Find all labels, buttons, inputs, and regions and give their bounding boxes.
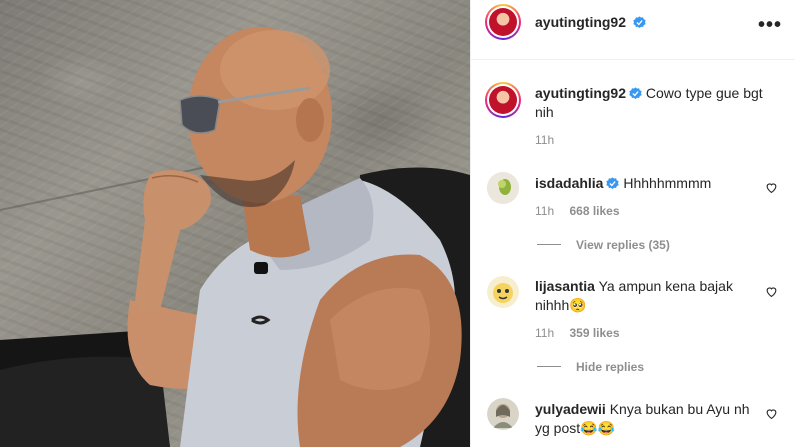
post-photo [0,0,470,447]
header-username[interactable]: ayutingting92 [535,14,626,30]
comment-2-meta: 11h 359 likes [535,326,620,340]
comment-2: lijasantia Ya ampun kena bajak nihhh🥺 [535,277,755,315]
comment-3-username[interactable]: yulyadewii [535,401,606,417]
comment-avatar-isdadahlia[interactable] [487,172,519,204]
header-avatar[interactable] [485,4,521,40]
caption-avatar[interactable] [485,82,521,118]
more-options-button[interactable]: ••• [758,14,782,37]
verified-badge-icon [633,16,647,29]
comment-1-meta: 11h 668 likes [535,204,620,218]
comment-2-username[interactable]: lijasantia [535,278,595,294]
caption-time[interactable]: 11h [535,133,554,147]
comment-1-text: Hhhhhmmmm [623,175,712,191]
comment-1-username[interactable]: isdadahlia [535,175,603,191]
comment-2-likes[interactable]: 359 likes [569,326,619,340]
comments-panel: ayutingting92 ••• ayutingting92 Cowo typ… [470,0,795,447]
comment-avatar-yulyadewii[interactable] [487,398,519,430]
post-header: ayutingting92 ••• [471,0,795,60]
verified-badge-icon [606,177,620,190]
comment-1-time[interactable]: 11h [535,204,554,218]
like-heart-icon[interactable] [765,407,778,420]
comment-avatar-lijasantia[interactable] [487,276,519,308]
view-replies-button[interactable]: View replies (35) [576,238,670,252]
comment-3: yulyadewii Knya bukan bu Ayu nh yg post😂… [535,400,755,438]
verified-badge-icon [629,87,642,100]
hide-replies-button[interactable]: Hide replies [576,360,644,374]
like-heart-icon[interactable] [765,285,778,298]
photo-illustration [0,27,470,447]
replies-divider [537,366,561,367]
like-heart-icon[interactable] [765,181,778,194]
comment-2-time[interactable]: 11h [535,326,554,340]
header-user: ayutingting92 [535,14,647,32]
caption-username[interactable]: ayutingting92 [535,85,626,101]
hand [135,170,211,314]
sunglasses [179,95,221,134]
comment-1: isdadahlia Hhhhhmmmm [535,174,755,193]
comment-1-likes[interactable]: 668 likes [569,204,619,218]
replies-divider [537,244,561,245]
caption: ayutingting92 Cowo type gue bgt nih [535,84,765,122]
